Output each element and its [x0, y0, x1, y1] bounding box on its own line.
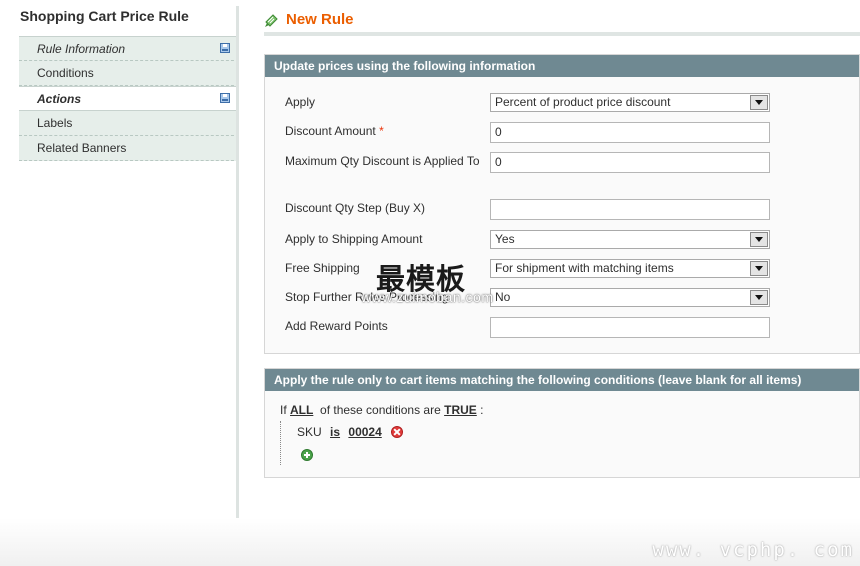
condition-operator-link[interactable]: is	[330, 425, 340, 439]
sidebar-item-related-banners[interactable]: Related Banners	[19, 136, 239, 161]
stop-further-select[interactable]: No	[490, 288, 770, 307]
sidebar-item-label: Related Banners	[37, 141, 127, 155]
sidebar-title: Shopping Cart Price Rule	[20, 8, 189, 24]
qty-step-label: Discount Qty Step (Buy X)	[285, 201, 426, 215]
max-qty-input[interactable]: 0	[490, 152, 770, 173]
rule-icon	[265, 14, 278, 27]
sidebar-item-label: Rule Information	[37, 42, 126, 56]
value-link[interactable]: TRUE	[444, 403, 477, 417]
fieldset-heading: Update prices using the following inform…	[265, 55, 859, 77]
discount-amount-label-text: Discount Amount	[285, 124, 376, 138]
discount-amount-label: Discount Amount *	[285, 122, 480, 140]
add-condition-icon[interactable]	[301, 449, 313, 461]
sidebar-item-labels[interactable]: Labels	[19, 111, 239, 136]
sidebar-tabs: Rule Information Conditions Actions Labe…	[19, 36, 239, 161]
remove-condition-icon[interactable]	[391, 426, 404, 438]
condition-value-link[interactable]: 00024	[348, 425, 381, 439]
apply-shipping-label: Apply to Shipping Amount	[285, 232, 423, 246]
sidebar-item-label: Conditions	[37, 66, 94, 80]
max-qty-label: Maximum Qty Discount is Applied To	[285, 154, 480, 168]
chevron-down-icon	[750, 232, 768, 247]
conditions-fieldset: Apply the rule only to cart items matchi…	[264, 368, 860, 478]
condition-tree-line	[280, 421, 284, 465]
sidebar-item-conditions[interactable]: Conditions	[19, 61, 239, 86]
actions-fieldset: Update prices using the following inform…	[264, 54, 860, 354]
required-mark: *	[379, 124, 384, 138]
condition-attribute: SKU	[297, 425, 322, 439]
save-icon	[220, 43, 230, 53]
free-shipping-value: For shipment with matching items	[495, 261, 674, 275]
sidebar-item-rule-information[interactable]: Rule Information	[19, 36, 239, 61]
page-header: New Rule	[264, 10, 860, 36]
apply-label: Apply	[285, 95, 316, 109]
reward-points-label: Add Reward Points	[285, 319, 388, 333]
colon-text: :	[480, 403, 484, 417]
apply-shipping-select[interactable]: Yes	[490, 230, 770, 249]
qty-step-input[interactable]	[490, 199, 770, 220]
watermark-footer: www. vcphp. com	[652, 539, 854, 561]
aggregator-link[interactable]: ALL	[290, 403, 313, 417]
sidebar: Shopping Cart Price Rule Rule Informatio…	[19, 0, 239, 518]
condition-summary: If ALL of these conditions are TRUE :	[280, 403, 483, 417]
chevron-down-icon	[750, 95, 768, 110]
sidebar-item-label: Actions	[37, 92, 82, 106]
condition-row: SKU is 00024	[297, 425, 404, 439]
sidebar-item-actions[interactable]: Actions	[19, 86, 239, 111]
save-icon	[220, 93, 230, 103]
sidebar-item-label: Labels	[37, 116, 73, 130]
chevron-down-icon	[750, 290, 768, 305]
chevron-down-icon	[750, 261, 768, 276]
middle-text: of these conditions are	[320, 403, 441, 417]
apply-shipping-value: Yes	[495, 232, 515, 246]
apply-select[interactable]: Percent of product price discount	[490, 93, 770, 112]
discount-amount-input[interactable]: 0	[490, 122, 770, 143]
sidebar-divider	[236, 6, 239, 518]
if-text: If	[280, 403, 287, 417]
free-shipping-select[interactable]: For shipment with matching items	[490, 259, 770, 278]
apply-select-value: Percent of product price discount	[495, 95, 671, 109]
reward-points-input[interactable]	[490, 317, 770, 338]
fieldset-heading: Apply the rule only to cart items matchi…	[265, 369, 859, 391]
page-title: New Rule	[286, 11, 354, 28]
watermark-site: www.zuimoban.com	[361, 289, 494, 305]
stop-further-value: No	[495, 290, 511, 304]
